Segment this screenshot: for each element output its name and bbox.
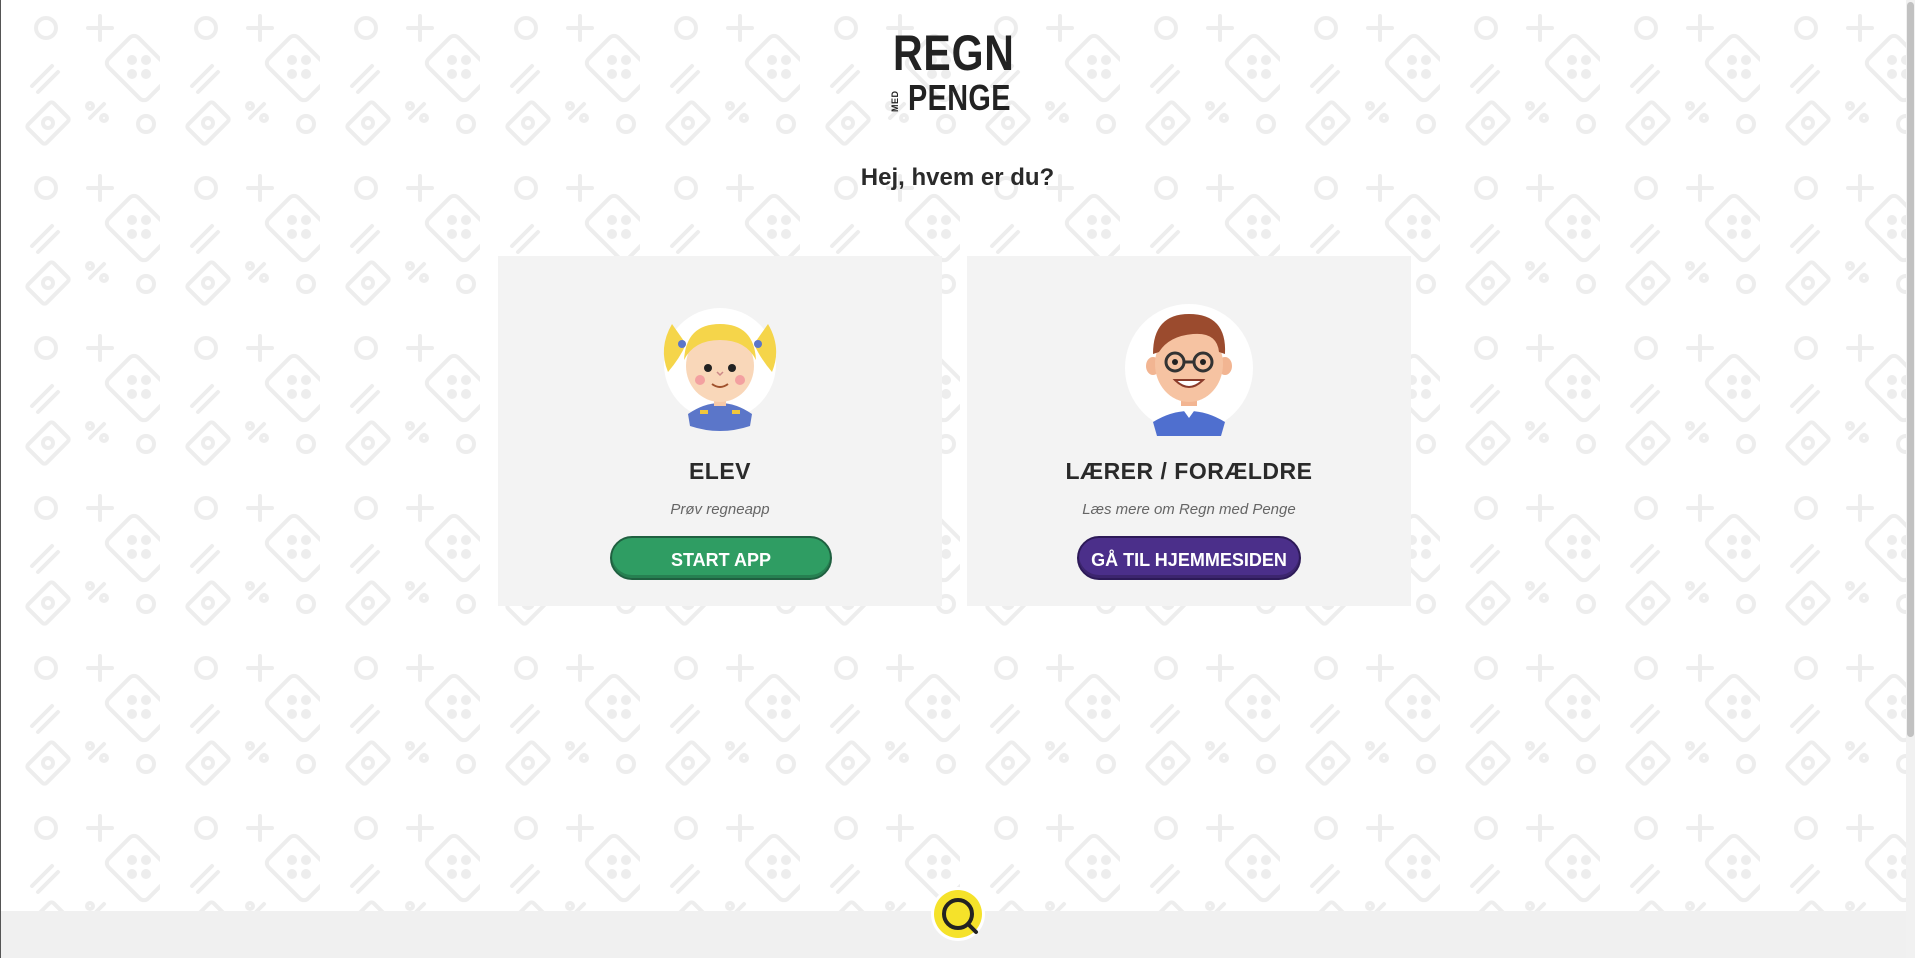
student-card: ELEV Prøv regneapp START APP [498, 256, 942, 606]
student-subtitle: Prøv regneapp [670, 501, 770, 518]
coin-logo-icon[interactable] [930, 886, 986, 942]
page-heading: Hej, hvem er du? [860, 164, 1055, 191]
window-edge [0, 0, 1, 958]
scrollbar[interactable] [1906, 0, 1915, 958]
teacher-subtitle: Læs mere om Regn med Penge [1082, 501, 1296, 518]
logo-word-regn: REGN [893, 25, 1015, 81]
teacher-avatar-icon [1125, 304, 1253, 436]
student-title: ELEV [688, 458, 752, 484]
start-app-button[interactable]: START APP [610, 536, 832, 580]
teacher-title: LÆRER / FORÆLDRE [1065, 458, 1313, 484]
logo-word-penge: PENGE [908, 77, 1011, 118]
teacher-parent-card: LÆRER / FORÆLDRE Læs mere om Regn med Pe… [967, 256, 1411, 606]
girl-avatar-icon [663, 308, 777, 431]
logo-word-med: MED [890, 90, 900, 113]
go-to-homepage-button[interactable]: GÅ TIL HJEMMESIDEN [1077, 536, 1301, 580]
scrollbar-thumb[interactable] [1907, 2, 1914, 737]
background-pattern [0, 0, 1915, 958]
regn-med-penge-logo[interactable]: REGN MED PENGE [890, 25, 1017, 118]
